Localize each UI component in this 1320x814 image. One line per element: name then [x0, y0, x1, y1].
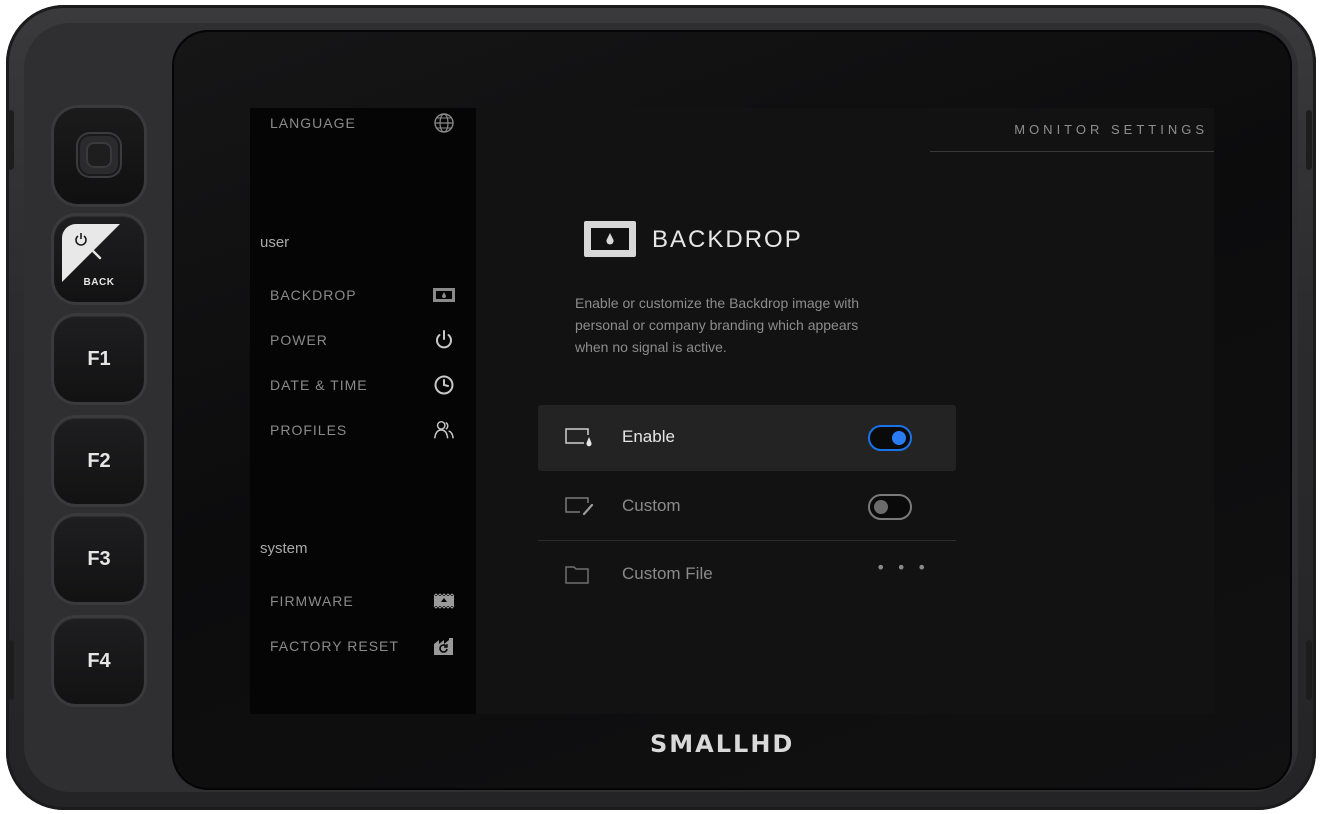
back-button[interactable]: BACK [54, 216, 144, 302]
f3-button[interactable]: F3 [54, 516, 144, 602]
setting-row-custom[interactable]: Custom [538, 474, 956, 540]
sidebar-item-date-time[interactable]: DATE & TIME [270, 373, 456, 397]
f4-button[interactable]: F4 [54, 618, 144, 704]
setting-row-custom-file[interactable]: Custom File • • • [538, 542, 956, 608]
backdrop-enable-icon [565, 428, 592, 447]
setting-label: Enable [622, 427, 675, 446]
sidebar-item-language[interactable]: LANGUAGE [270, 111, 456, 135]
sidebar-item-backdrop[interactable]: BACKDROP [270, 283, 456, 307]
page-title: MONITOR SETTINGS [1014, 122, 1208, 137]
section-description: Enable or customize the Backdrop image w… [575, 295, 860, 355]
setting-label: Custom File [622, 564, 713, 583]
custom-toggle[interactable] [868, 494, 912, 520]
sidebar-item-power[interactable]: POWER [270, 328, 456, 352]
sidebar-item-label: PROFILES [270, 422, 348, 438]
back-label: BACK [83, 277, 115, 288]
globe-icon [432, 111, 456, 135]
enable-toggle[interactable] [868, 425, 912, 451]
joystick-button[interactable] [54, 108, 144, 204]
folder-icon [565, 566, 589, 584]
power-back-icon [75, 233, 102, 260]
joystick-cap [78, 134, 120, 176]
device-side-notch [1306, 640, 1312, 700]
more-options-button[interactable]: • • • [876, 558, 929, 577]
sidebar-item-factory-reset[interactable]: FACTORY RESET [270, 634, 456, 658]
f1-button[interactable]: F1 [54, 316, 144, 402]
sidebar-item-label: FACTORY RESET [270, 638, 399, 654]
power-icon [432, 328, 456, 352]
sidebar-section-user: user [260, 234, 290, 251]
screen: LANGUAGE user BACKDROP POWER DATE & TIME [250, 108, 1214, 714]
device-side-notch [8, 110, 14, 170]
setting-row-enable[interactable]: Enable [538, 405, 956, 471]
section-title: BACKDROP [652, 226, 803, 253]
clock-icon [432, 373, 456, 397]
backdrop-icon [432, 283, 456, 307]
sidebar-item-label: LANGUAGE [270, 115, 356, 131]
setting-label: Custom [622, 496, 681, 515]
sidebar-item-profiles[interactable]: PROFILES [270, 418, 456, 442]
edit-screen-icon [565, 497, 594, 516]
sidebar: LANGUAGE user BACKDROP POWER DATE & TIME [250, 108, 476, 714]
title-underline [930, 151, 1214, 152]
device-side-notch [8, 640, 14, 700]
firmware-icon [432, 589, 456, 613]
sidebar-item-label: BACKDROP [270, 287, 357, 303]
factory-reset-icon [432, 634, 456, 658]
f2-button[interactable]: F2 [54, 418, 144, 504]
device-side-notch [1306, 110, 1312, 170]
brand-logo: SMALLHD [650, 730, 795, 758]
row-divider [538, 540, 956, 541]
profiles-icon [432, 418, 456, 442]
sidebar-item-firmware[interactable]: FIRMWARE [270, 589, 456, 613]
sidebar-item-label: DATE & TIME [270, 377, 368, 393]
sidebar-item-label: FIRMWARE [270, 593, 354, 609]
backdrop-icon [584, 221, 636, 257]
sidebar-section-system: system [260, 540, 308, 557]
sidebar-item-label: POWER [270, 332, 328, 348]
